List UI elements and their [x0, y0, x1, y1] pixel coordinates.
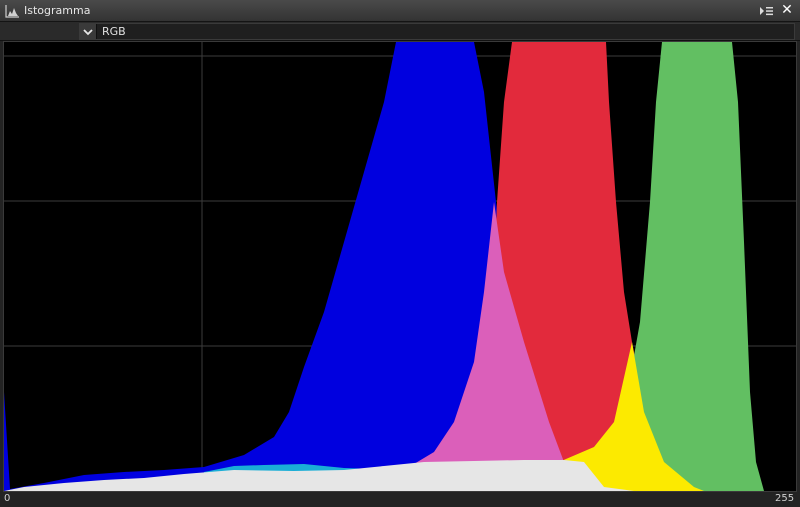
histogram-scale: 0 255: [0, 492, 800, 507]
close-button[interactable]: ✕: [779, 1, 795, 19]
channel-mode-select[interactable]: RGB: [79, 23, 795, 40]
channel-mode-value: RGB: [102, 25, 126, 38]
scale-max-label: 255: [775, 493, 795, 504]
panel-menu-icon[interactable]: [758, 4, 774, 18]
panel-titlebar: Istogramma ✕: [0, 0, 800, 22]
histogram-panel: Istogramma ✕ RGB 0 255: [0, 0, 800, 507]
chevron-down-icon: [80, 24, 97, 39]
histogram-graph: [3, 41, 797, 492]
scale-min-label: 0: [4, 493, 11, 504]
histogram-icon: [5, 5, 19, 18]
close-icon: ✕: [781, 2, 793, 18]
histogram-toolbar: RGB: [0, 22, 800, 41]
histogram-canvas: [4, 42, 796, 491]
panel-title: Istogramma: [24, 4, 91, 17]
